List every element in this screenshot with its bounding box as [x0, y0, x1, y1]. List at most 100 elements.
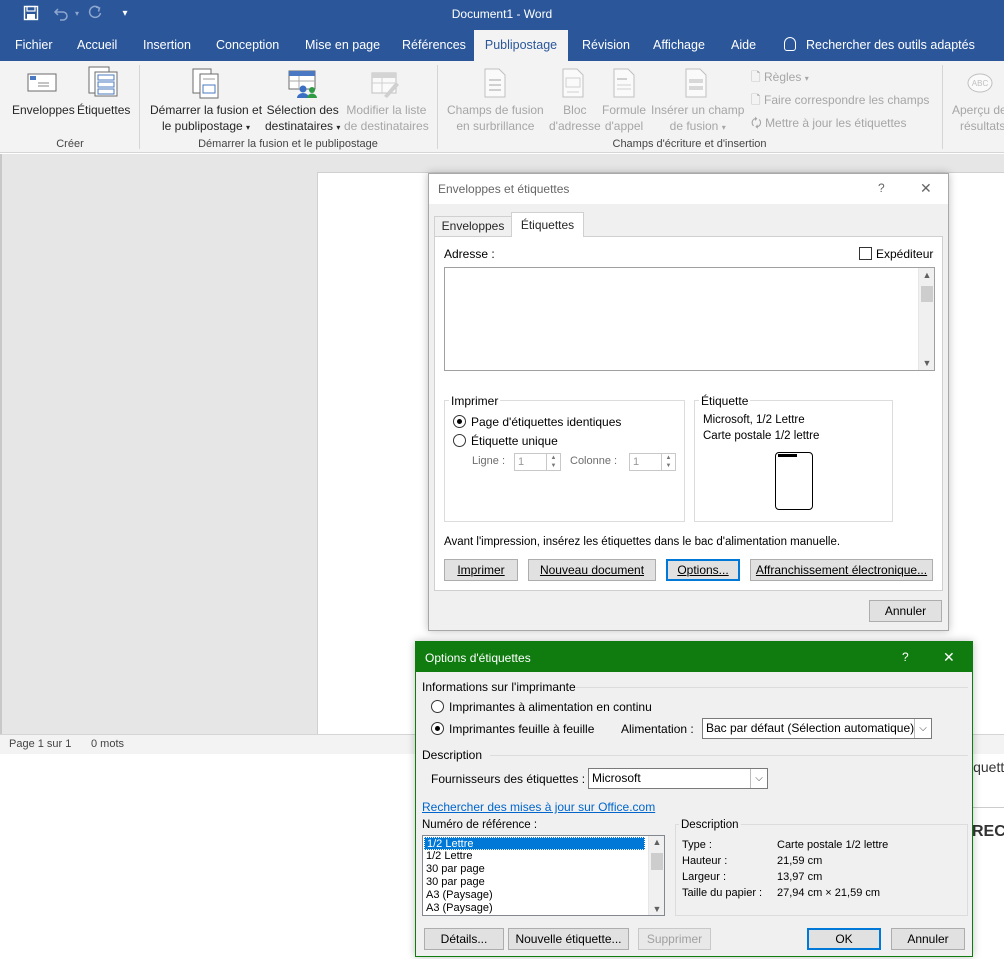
select-recipients-button[interactable]: Sélection des destinataires ▾ [265, 102, 340, 136]
address-scrollbar[interactable]: ▲ ▼ [918, 268, 934, 370]
address-textarea[interactable]: ▲ ▼ [444, 267, 935, 371]
start-mail-merge-button[interactable]: Démarrer la fusion et le publipostage ▾ [150, 102, 262, 136]
status-word-count[interactable]: 0 mots [91, 738, 124, 750]
edit-recipients-icon [370, 69, 400, 102]
paper-size-value: 27,94 cm × 21,59 cm [777, 887, 881, 899]
sender-checkbox[interactable] [859, 247, 872, 260]
spin-down-icon[interactable]: ▼ [661, 462, 675, 470]
dialog-title: Options d'étiquettes [425, 651, 531, 665]
type-value: Carte postale 1/2 lettre [777, 839, 889, 851]
rules-button[interactable]: 🗋 Règles ▾ [751, 68, 809, 89]
help-icon[interactable]: ? [878, 181, 885, 195]
vendor-select[interactable]: Microsoft ⌵ [588, 768, 768, 789]
tab-revision[interactable]: Révision [582, 30, 630, 61]
envelopes-labels-dialog: Enveloppes et étiquettes ? ✕ Enveloppes … [428, 173, 949, 631]
list-scrollbar[interactable]: ▲ ▼ [648, 836, 664, 915]
ok-button[interactable]: OK [807, 928, 881, 950]
tab-mise-en-page[interactable]: Mise en page [305, 30, 380, 61]
edit-recipient-list-button[interactable]: Modifier la liste de destinataires [344, 102, 429, 134]
tab-references[interactable]: Références [402, 30, 466, 61]
close-icon[interactable]: ✕ [943, 649, 955, 666]
scroll-thumb[interactable] [651, 853, 663, 870]
single-label-label: Étiquette unique [471, 434, 558, 448]
section-divider [490, 755, 968, 756]
insert-merge-field-button[interactable]: Insérer un champ de fusion ▾ [651, 102, 744, 136]
tab-labels[interactable]: Étiquettes [511, 212, 584, 237]
chevron-down-icon: ⌵ [750, 769, 767, 788]
ribbon: Enveloppes Étiquettes Créer Démarrer la … [0, 61, 1004, 153]
help-icon[interactable]: ? [902, 650, 909, 664]
new-label-button[interactable]: Nouvelle étiquette... [508, 928, 629, 950]
update-labels-icon: 🗘 [751, 116, 762, 130]
delete-button[interactable]: Supprimer [638, 928, 711, 950]
tab-insertion[interactable]: Insertion [143, 30, 191, 61]
single-label-radio[interactable] [453, 434, 466, 447]
chevron-down-icon: ▾ [246, 123, 251, 132]
tab-envelopes[interactable]: Enveloppes [434, 216, 512, 236]
list-item[interactable]: 30 par page [424, 863, 485, 876]
tab-publipostage[interactable]: Publipostage [474, 30, 568, 61]
tab-affichage[interactable]: Affichage [653, 30, 705, 61]
electronic-postage-button[interactable]: Affranchissement électronique... [750, 559, 933, 581]
list-item[interactable]: 1/2 Lettre [424, 850, 472, 863]
paper-size-label: Taille du papier : [682, 887, 763, 899]
label-preview-image [775, 452, 813, 510]
sender-label: Expéditeur [876, 247, 934, 261]
select-recipients-icon [287, 69, 319, 102]
details-button[interactable]: Détails... [424, 928, 504, 950]
close-icon[interactable]: ✕ [920, 180, 932, 197]
scroll-down-icon[interactable]: ▼ [650, 904, 664, 914]
new-document-button[interactable]: Nouveau document [528, 559, 656, 581]
ribbon-tabs: Fichier Accueil Insertion Conception Mis… [0, 30, 1004, 61]
options-button[interactable]: Options... [666, 559, 740, 581]
list-item[interactable]: 30 par page [424, 876, 485, 889]
group-divider [139, 65, 140, 149]
tab-accueil[interactable]: Accueil [77, 30, 117, 61]
list-item[interactable]: A3 (Paysage) [424, 889, 493, 902]
greeting-line-button[interactable]: Formule d'appel [602, 102, 646, 134]
row-label: Ligne : [472, 455, 506, 467]
group-label-start-merge: Démarrer la fusion et le publipostage [198, 138, 378, 150]
print-button[interactable]: Imprimer [444, 559, 518, 581]
height-value: 21,59 cm [777, 855, 823, 867]
rules-icon: 🗋 [751, 70, 761, 84]
print-group-title: Imprimer [449, 394, 501, 408]
office-updates-link[interactable]: Rechercher des mises à jour sur Office.c… [422, 800, 655, 814]
list-item[interactable]: 1/2 Lettre [424, 837, 645, 850]
list-item[interactable]: A3 (Paysage) [424, 902, 493, 915]
cancel-button[interactable]: Annuler [869, 600, 942, 622]
highlight-merge-fields-button[interactable]: Champs de fusion en surbrillance [447, 102, 544, 134]
tell-me-search[interactable]: Rechercher des outils adaptés [784, 30, 975, 61]
tab-fichier[interactable]: Fichier [15, 30, 53, 61]
spin-down-icon[interactable]: ▼ [546, 462, 560, 470]
scroll-up-icon[interactable]: ▲ [650, 837, 664, 847]
chevron-down-icon: ▾ [336, 123, 341, 132]
match-fields-icon: 🗋 [751, 93, 761, 107]
column-spinner[interactable]: 1 ▲ ▼ [629, 453, 676, 471]
spin-up-icon[interactable]: ▲ [661, 454, 675, 462]
spin-up-icon[interactable]: ▲ [546, 454, 560, 462]
page-printer-radio[interactable] [431, 722, 444, 735]
continuous-feed-radio[interactable] [431, 700, 444, 713]
width-label: Largeur : [682, 871, 727, 883]
row-spinner[interactable]: 1 ▲ ▼ [514, 453, 561, 471]
match-fields-button[interactable]: 🗋 Faire correspondre les champs [751, 91, 929, 112]
scroll-down-icon[interactable]: ▼ [920, 358, 934, 368]
tab-aide[interactable]: Aide [731, 30, 756, 61]
scroll-up-icon[interactable]: ▲ [920, 270, 934, 280]
cancel-button[interactable]: Annuler [891, 928, 965, 950]
preview-results-button[interactable]: Aperçu de résultats [952, 102, 1004, 134]
status-page-count[interactable]: Page 1 sur 1 [9, 738, 71, 750]
address-block-button[interactable]: Bloc d'adresse [549, 102, 601, 134]
update-labels-button[interactable]: 🗘 Mettre à jour les étiquettes [751, 114, 906, 135]
scroll-thumb[interactable] [921, 286, 933, 302]
labels-button[interactable]: Étiquettes [77, 102, 130, 118]
tray-select[interactable]: Bac par défaut (Sélection automatique) ⌵ [702, 718, 932, 739]
full-page-radio[interactable] [453, 415, 466, 428]
chevron-down-icon: ⌵ [914, 719, 931, 738]
envelopes-button[interactable]: Enveloppes [12, 102, 75, 118]
window-title: Document1 - Word [451, 7, 553, 21]
tab-conception[interactable]: Conception [216, 30, 279, 61]
insert-merge-field-icon [684, 68, 708, 101]
product-number-list[interactable]: 1/2 Lettre 1/2 Lettre 30 par page 30 par… [422, 835, 665, 916]
